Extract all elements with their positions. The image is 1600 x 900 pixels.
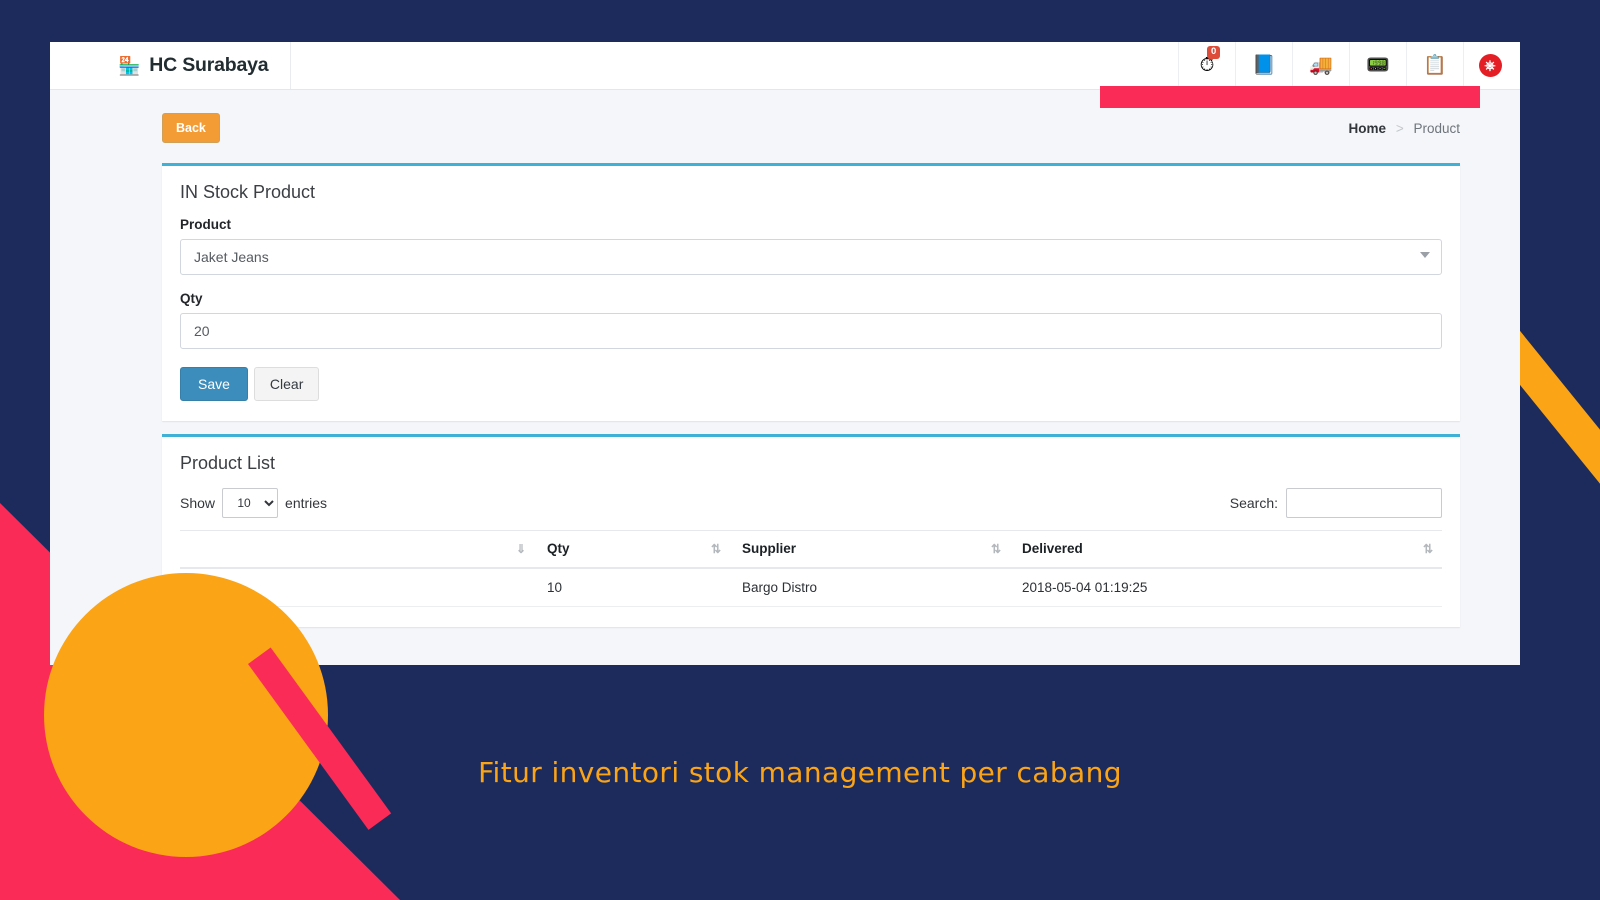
in-stock-product-title: IN Stock Product bbox=[180, 182, 316, 202]
qty-input[interactable] bbox=[180, 313, 1442, 349]
search-label: Search: bbox=[1229, 495, 1278, 511]
power-logout-icon: ⎈ bbox=[1478, 54, 1502, 77]
column-header-name[interactable]: ⇓ bbox=[180, 530, 535, 569]
form-button-row: Save Clear bbox=[180, 367, 1442, 401]
page-length-select[interactable]: 102550100 bbox=[222, 488, 279, 518]
sort-descending-icon: ⇓ bbox=[515, 542, 526, 556]
app-window: 🏪 HC Surabaya ⏱ 0 📘 🚚 📟 📋 ⎈ Back Home > … bbox=[50, 42, 1520, 665]
page-length-control: Show 102550100 entries bbox=[180, 488, 327, 518]
nav-delivery-truck-button[interactable]: 🚚 bbox=[1292, 42, 1349, 89]
breadcrumb-separator: > bbox=[1395, 120, 1404, 136]
nav-clipboard-button[interactable]: 📋 bbox=[1406, 42, 1463, 89]
shop-storefront-icon: 🏪 bbox=[118, 55, 141, 76]
nav-dashboard-speedometer-button[interactable]: ⏱ 0 bbox=[1178, 42, 1235, 89]
table-row[interactable]: 10 Bargo Distro 2018-05-04 01:19:25 bbox=[180, 568, 1442, 607]
entries-label: entries bbox=[285, 495, 328, 511]
breadcrumb-home-link[interactable]: Home bbox=[1349, 121, 1387, 136]
product-select-wrapper[interactable] bbox=[180, 239, 1442, 275]
page-content: Back Home > Product IN Stock Product Pro… bbox=[50, 90, 1520, 627]
datatable-controls: Show 102550100 entries Search: bbox=[180, 488, 1442, 518]
column-header-qty[interactable]: Qty ⇅ bbox=[535, 530, 730, 569]
column-header-supplier[interactable]: Supplier ⇅ bbox=[730, 530, 1010, 569]
clipboard-icon: 📋 bbox=[1423, 55, 1447, 76]
show-label: Show bbox=[180, 495, 216, 511]
product-list-card: Product List Show 102550100 entries Sear… bbox=[162, 434, 1460, 627]
clear-button[interactable]: Clear bbox=[253, 367, 320, 401]
brand-logo[interactable]: 🏪 HC Surabaya bbox=[50, 42, 292, 89]
dashboard-speedometer-icon: ⏱ bbox=[1199, 55, 1215, 76]
nav-logout-button[interactable]: ⎈ bbox=[1463, 42, 1520, 89]
breadcrumb-current: Product bbox=[1413, 120, 1460, 136]
search-control: Search: bbox=[1230, 488, 1442, 518]
qty-field-label: Qty bbox=[180, 291, 203, 306]
brand-title: HC Surabaya bbox=[149, 54, 269, 76]
cell-delivered: 2018-05-04 01:19:25 bbox=[1010, 568, 1442, 607]
product-list-title: Product List bbox=[180, 453, 276, 473]
product-table-head: ⇓ Qty ⇅ Supplier ⇅ Delivered ⇅ bbox=[180, 530, 1442, 569]
cash-register-icon: 📟 bbox=[1366, 55, 1390, 76]
navbar-spacer bbox=[291, 42, 1178, 89]
notebook-icon: 📘 bbox=[1252, 55, 1276, 76]
product-select[interactable] bbox=[180, 239, 1442, 275]
in-stock-product-card: IN Stock Product Product Qty Save Clear bbox=[162, 163, 1460, 421]
product-field-label: Product bbox=[180, 217, 232, 232]
sort-both-icon: ⇅ bbox=[1422, 542, 1433, 556]
back-button[interactable]: Back bbox=[162, 113, 220, 143]
sort-both-icon: ⇅ bbox=[710, 542, 721, 556]
cell-qty: 10 bbox=[535, 568, 730, 607]
nav-cash-register-button[interactable]: 📟 bbox=[1349, 42, 1406, 89]
decorative-pink-bar bbox=[1100, 86, 1480, 108]
notification-badge: 0 bbox=[1207, 46, 1221, 59]
search-input[interactable] bbox=[1286, 488, 1442, 518]
column-header-delivered[interactable]: Delivered ⇅ bbox=[1010, 530, 1442, 569]
product-table-body: 10 Bargo Distro 2018-05-04 01:19:25 bbox=[180, 568, 1442, 607]
product-table-header-row: ⇓ Qty ⇅ Supplier ⇅ Delivered ⇅ bbox=[180, 530, 1442, 569]
nav-notebook-button[interactable]: 📘 bbox=[1235, 42, 1292, 89]
navbar-icon-group: ⏱ 0 📘 🚚 📟 📋 ⎈ bbox=[1178, 42, 1520, 89]
cell-supplier: Bargo Distro bbox=[730, 568, 1010, 607]
toolbar-row: Back Home > Product bbox=[162, 106, 1460, 150]
product-table: ⇓ Qty ⇅ Supplier ⇅ Delivered ⇅ 10 Bargo Dis… bbox=[180, 530, 1442, 607]
breadcrumb: Home > Product bbox=[1349, 121, 1460, 136]
delivery-truck-icon: 🚚 bbox=[1309, 55, 1333, 76]
top-navbar: 🏪 HC Surabaya ⏱ 0 📘 🚚 📟 📋 ⎈ bbox=[50, 42, 1520, 90]
sort-both-icon: ⇅ bbox=[990, 542, 1001, 556]
save-button[interactable]: Save bbox=[180, 367, 248, 401]
